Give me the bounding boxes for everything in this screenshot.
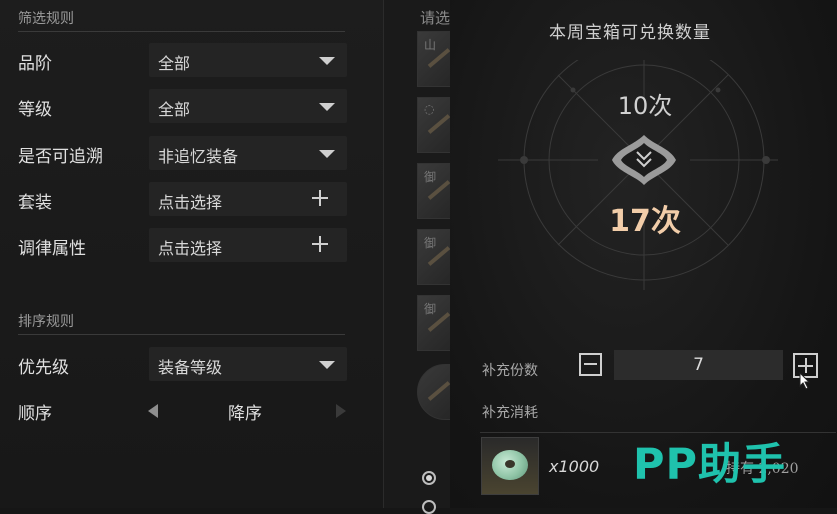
dropdown-arrow-icon — [319, 361, 335, 369]
priority-dropdown-value: 装备等级 — [158, 358, 223, 377]
cost-quantity: x1000 — [549, 457, 600, 476]
level-label: 等级 — [18, 100, 52, 120]
jade-item-slot[interactable] — [481, 437, 539, 495]
thumb-glyph: ◌ — [424, 102, 435, 116]
order-next-arrow-icon[interactable] — [336, 404, 346, 418]
plus-icon — [312, 190, 328, 206]
current-count: 10次 — [617, 92, 673, 120]
grade-dropdown[interactable]: 全部 — [149, 43, 347, 77]
set-selector[interactable]: 点击选择 — [149, 182, 347, 216]
equipment-thumb[interactable]: ◌ — [417, 97, 453, 153]
popup-title: 本周宝箱可兑换数量 — [549, 23, 711, 43]
filter-section-divider — [18, 31, 345, 32]
tuning-attribute-value: 点击选择 — [158, 239, 223, 258]
order-prev-arrow-icon[interactable] — [148, 404, 158, 418]
equipment-thumb[interactable]: 山 — [417, 31, 453, 87]
plus-icon — [312, 236, 328, 252]
traceable-dropdown-value: 非追忆装备 — [158, 147, 239, 166]
grade-label: 品阶 — [18, 54, 52, 74]
equipment-thumb[interactable] — [417, 364, 453, 420]
filter-panel: 筛选规则 品阶 全部 等级 全部 是否可追溯 非追忆装备 套装 点击选择 调律属… — [0, 0, 384, 508]
thumb-art — [427, 381, 451, 401]
dropdown-arrow-icon — [319, 103, 335, 111]
tuning-attribute-label: 调律属性 — [18, 239, 86, 259]
equipment-thumb[interactable]: 御 — [417, 229, 453, 285]
supplement-quantity-value: 7 — [693, 355, 704, 375]
sort-section-divider — [18, 334, 345, 335]
thumb-glyph: 御 — [424, 170, 437, 184]
grade-dropdown-value: 全部 — [158, 54, 191, 73]
level-dropdown[interactable]: 全部 — [149, 89, 347, 123]
set-label: 套装 — [18, 193, 52, 213]
tuning-attribute-selector[interactable]: 点击选择 — [149, 228, 347, 262]
traceable-label: 是否可追溯 — [18, 147, 103, 167]
watermark-logo: PP助手 — [633, 440, 787, 490]
thumb-glyph: 山 — [424, 38, 437, 52]
order-label: 顺序 — [18, 404, 52, 424]
filter-section-title: 筛选规则 — [18, 11, 74, 27]
dropdown-arrow-icon — [319, 57, 335, 65]
traceable-dropdown[interactable]: 非追忆装备 — [149, 136, 347, 170]
page-radio[interactable] — [422, 500, 436, 514]
priority-label: 优先级 — [18, 358, 69, 378]
supplement-quantity-field[interactable]: 7 — [614, 350, 783, 380]
thumb-art — [427, 114, 451, 134]
jade-disc-icon — [492, 450, 528, 480]
set-selector-value: 点击选择 — [158, 193, 223, 212]
thumb-glyph: 御 — [424, 302, 437, 316]
priority-dropdown[interactable]: 装备等级 — [149, 347, 347, 381]
thumb-glyph: 御 — [424, 236, 437, 250]
level-dropdown-value: 全部 — [158, 100, 191, 119]
equipment-thumb[interactable]: 御 — [417, 295, 453, 351]
sort-section-title: 排序规则 — [18, 314, 74, 330]
decrease-button[interactable] — [579, 353, 602, 376]
mouse-cursor-icon — [799, 372, 811, 390]
equipment-thumb[interactable]: 御 — [417, 163, 453, 219]
dropdown-arrow-icon — [319, 150, 335, 158]
next-count: 17次 — [609, 204, 681, 239]
select-prompt: 请选 — [420, 9, 451, 27]
supplement-label: 补充份数 — [482, 363, 538, 379]
cost-label: 补充消耗 — [482, 405, 538, 421]
page-radio-selected[interactable] — [422, 471, 436, 485]
order-value: 降序 — [228, 404, 262, 424]
equipment-list-strip: 请选 山 ◌ 御 御 御 — [384, 0, 453, 514]
